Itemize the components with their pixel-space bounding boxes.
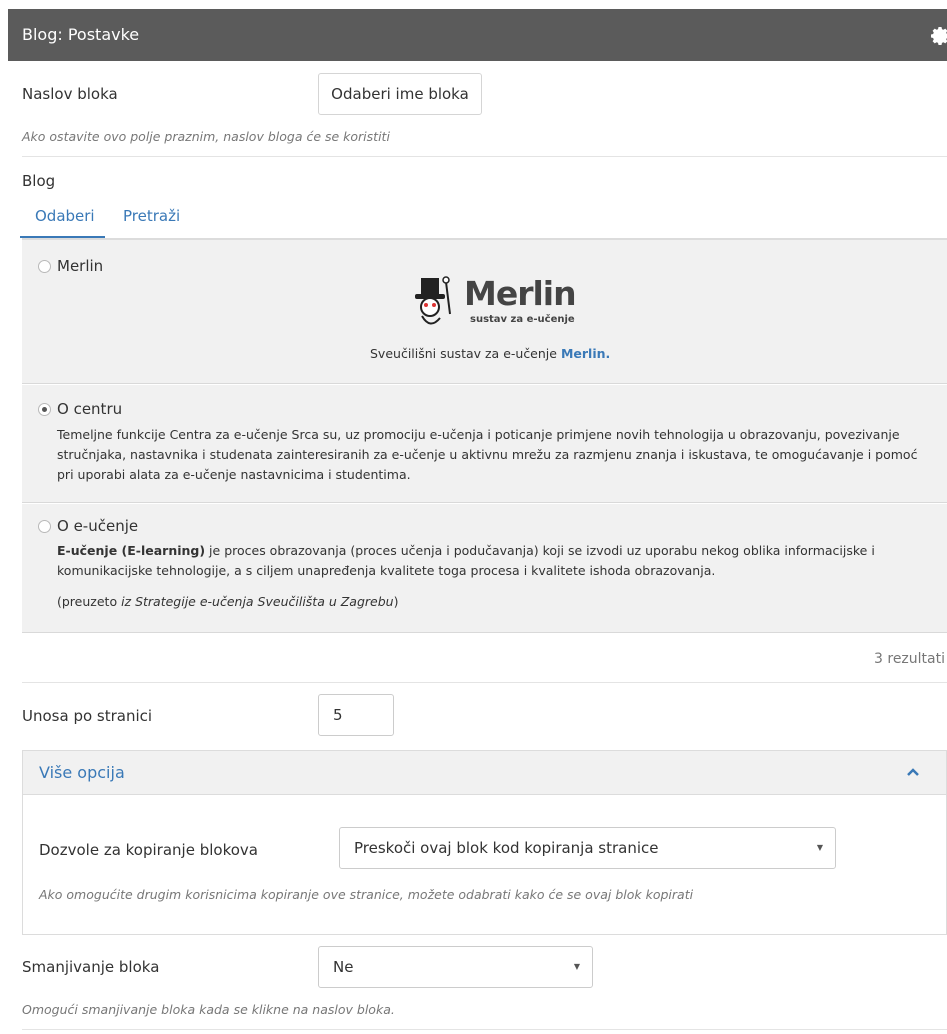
copy-permissions-select[interactable]: Preskoči ovaj blok kod kopiranja stranic… [339,827,836,869]
divider [22,502,947,503]
divider [22,632,947,633]
result-title: Merlin [57,257,104,275]
divider [22,156,947,157]
blog-label: Blog [22,172,56,190]
top-strip [0,0,947,9]
merlin-logo-word: Merlin [464,274,577,313]
more-options-panel: Više opcija Dozvole za kopiranje blokova… [22,750,947,935]
radio-merlin[interactable] [38,260,51,273]
result-description: E-učenje (E-learning) je proces obrazova… [57,541,917,581]
tab-search[interactable]: Pretraži [123,207,180,225]
result-item-o-centru[interactable]: O centru Temeljne funkcije Centra za e-u… [22,385,947,502]
per-page-label: Unosa po stranici [22,707,153,725]
caret-down-icon: ▼ [816,843,823,852]
radio-o-centru[interactable] [38,403,51,416]
results-count: 3 rezultati [874,651,945,667]
result-title: O centru [57,400,123,418]
block-title-label: Naslov bloka [22,85,118,103]
merlin-link[interactable]: Merlin. [561,346,610,361]
result-item-merlin[interactable]: Merlin Merlin sustav za e-učenje Sveučil… [22,240,947,383]
per-page-input[interactable]: 5 [318,694,394,736]
copy-permissions-hint: Ako omogućite drugim korisnicima kopiran… [39,887,694,902]
caret-down-icon: ▼ [573,962,580,971]
chevron-up-icon[interactable] [906,765,920,779]
merlin-caption: Sveučilišni sustav za e-učenje Merlin. [370,344,610,364]
result-source: (preuzeto iz Strategije e-učenja Sveučil… [57,592,398,612]
copy-permissions-value: Preskoči ovaj blok kod kopiranja stranic… [354,839,659,857]
result-description: Temeljne funkcije Centra za e-učenje Src… [57,427,918,482]
minimize-hint: Omogući smanjivanje bloka kada se klikne… [22,1002,395,1017]
merlin-logo-subtitle: sustav za e-učenje [470,314,575,325]
block-header-title: Blog: Postavke [22,25,140,44]
copy-permissions-label: Dozvole za kopiranje blokova [39,841,258,859]
merlin-logo: Merlin sustav za e-učenje [412,274,602,336]
divider [22,682,947,683]
choose-block-name-button[interactable]: Odaberi ime bloka [318,73,482,115]
more-options-title: Više opcija [39,763,125,782]
minimize-select[interactable]: Ne ▼ [318,946,593,988]
merlin-caption-text: Sveučilišni sustav za e-učenje [370,346,557,361]
block-header: Blog: Postavke [8,9,947,61]
more-options-header[interactable]: Više opcija [23,751,946,795]
result-description-bold: E-učenje (E-learning) [57,543,206,558]
source-prefix: (preuzeto [57,594,122,609]
radio-o-e-ucenje[interactable] [38,520,51,533]
minimize-label: Smanjivanje bloka [22,958,160,976]
result-item-o-e-ucenje[interactable]: O e-učenje E-učenje (E-learning) je proc… [22,504,947,632]
result-title: O e-učenje [57,517,139,535]
tab-select[interactable]: Odaberi [35,207,95,225]
gear-icon[interactable] [931,26,947,46]
source-italic: iz Strategije e-učenja Sveučilišta u Zag… [121,594,394,609]
source-suffix: ) [393,594,399,609]
wizard-icon [415,276,451,325]
divider [22,383,947,384]
minimize-value: Ne [333,958,354,976]
block-title-hint: Ako ostavite ovo polje praznim, naslov b… [22,129,390,144]
divider [22,1029,947,1030]
